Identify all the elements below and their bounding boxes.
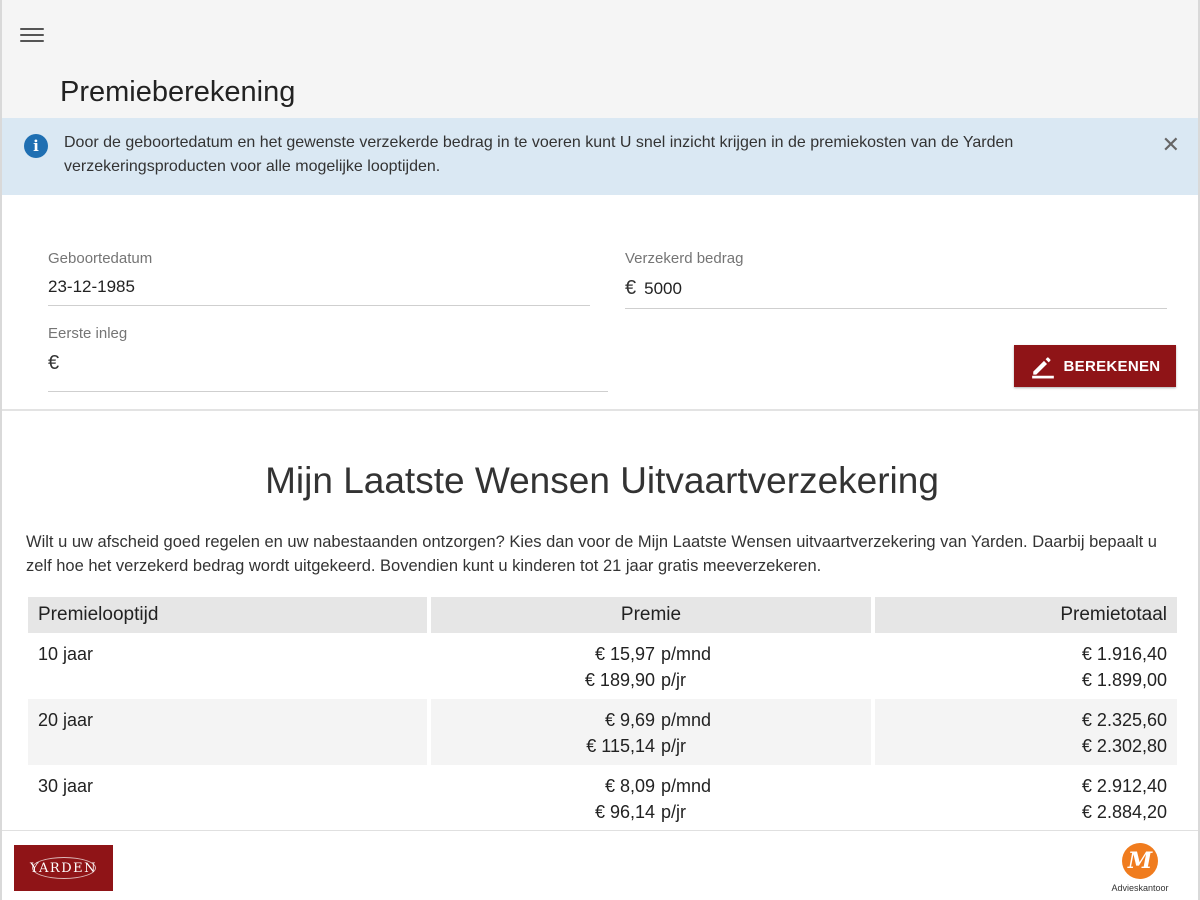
top-bar: Premieberekening	[2, 0, 1198, 118]
total-cell: € 2.912,40 € 2.884,20	[875, 765, 1177, 831]
first-deposit-label: Eerste inleg	[48, 325, 128, 342]
column-header: Premie	[431, 597, 871, 633]
total-cell: € 1.916,40 € 1.899,00	[875, 633, 1177, 699]
column-header: Premielooptijd	[28, 597, 427, 633]
monthly-premium: € 9,69	[604, 710, 655, 730]
calculate-button[interactable]: BEREKENEN	[1014, 345, 1176, 387]
monthly-unit: p/mnd	[661, 644, 712, 664]
premium-table: Premielooptijd Premie Premietotaal 10 ja…	[28, 597, 1177, 831]
partner-logo-label: Advieskantoor	[1111, 883, 1169, 893]
term-cell: 10 jaar	[38, 644, 94, 664]
advieskantoor-logo[interactable]: M Advieskantoor	[1102, 843, 1178, 897]
birthdate-field[interactable]: Geboortedatum 23-12-1985	[48, 250, 590, 306]
yearly-unit: p/jr	[661, 736, 687, 756]
monthly-unit: p/mnd	[661, 776, 712, 796]
premium-cell: € 15,97 € 189,90 p/mnd p/jr	[431, 633, 871, 699]
footer: YARDEN M Advieskantoor	[2, 830, 1198, 900]
yearly-unit: p/jr	[661, 670, 687, 690]
insured-amount-value: 5000	[644, 279, 682, 298]
app-window: Premieberekening i Door de geboortedatum…	[0, 0, 1200, 900]
edit-pencil-icon	[1031, 357, 1054, 379]
premium-cell: € 9,69 € 115,14 p/mnd p/jr	[431, 699, 871, 765]
total-monthly: € 1.916,40	[1081, 644, 1167, 664]
yarden-logo[interactable]: YARDEN	[14, 845, 113, 891]
product-title: Mijn Laatste Wensen Uitvaartverzekering	[265, 460, 939, 501]
birthdate-input[interactable]: 23-12-1985	[48, 277, 590, 306]
info-banner-text: Door de geboortedatum en het gewenste ve…	[64, 134, 1014, 175]
table-row: 30 jaar € 8,09 € 96,14 p/mnd p/jr € 2.91…	[28, 765, 1177, 831]
total-yearly: € 2.302,80	[1081, 736, 1167, 756]
yearly-premium: € 96,14	[594, 802, 655, 822]
term-cell: 30 jaar	[38, 776, 94, 796]
euro-prefix: €	[625, 277, 637, 299]
total-yearly: € 2.884,20	[1081, 802, 1167, 822]
total-monthly: € 2.325,60	[1081, 710, 1167, 730]
first-deposit-field[interactable]: Eerste inleg €	[48, 325, 608, 392]
term-cell: 20 jaar	[28, 699, 427, 765]
yearly-premium: € 189,90	[584, 670, 655, 690]
monthly-premium: € 8,09	[604, 776, 655, 796]
table-row: 20 jaar € 9,69 € 115,14 p/mnd p/jr € 2.3…	[28, 699, 1177, 765]
info-icon: i	[24, 134, 48, 158]
euro-prefix: €	[48, 352, 60, 374]
total-cell: € 2.325,60 € 2.302,80	[875, 699, 1177, 765]
table-row: 10 jaar € 15,97 € 189,90 p/mnd p/jr € 1.…	[28, 633, 1177, 699]
logo-swoosh	[31, 857, 96, 879]
insured-amount-field[interactable]: Verzekerd bedrag € 5000	[625, 250, 1167, 309]
calculate-button-label: BEREKENEN	[1063, 357, 1161, 375]
hamburger-menu-icon[interactable]	[18, 24, 46, 46]
premium-cell: € 8,09 € 96,14 p/mnd p/jr	[431, 765, 871, 831]
total-yearly: € 1.899,00	[1081, 670, 1167, 690]
birthdate-value: 23-12-1985	[48, 277, 135, 296]
total-monthly: € 2.912,40	[1081, 776, 1167, 796]
product-description: Wilt u uw afscheid goed regelen en uw na…	[26, 533, 1157, 575]
first-deposit-input[interactable]: €	[48, 352, 608, 392]
birthdate-label: Geboortedatum	[48, 250, 153, 267]
yearly-unit: p/jr	[661, 802, 687, 822]
insured-amount-label: Verzekerd bedrag	[625, 250, 744, 267]
close-icon[interactable]: ✕	[1162, 134, 1180, 156]
insured-amount-input[interactable]: € 5000	[625, 277, 1167, 309]
page-title: Premieberekening	[60, 76, 296, 108]
column-header: Premietotaal	[875, 597, 1177, 633]
monthly-premium: € 15,97	[594, 644, 655, 664]
yearly-premium: € 115,14	[586, 736, 655, 756]
monthly-unit: p/mnd	[661, 710, 712, 730]
partner-logo-mark: M	[1122, 843, 1158, 879]
